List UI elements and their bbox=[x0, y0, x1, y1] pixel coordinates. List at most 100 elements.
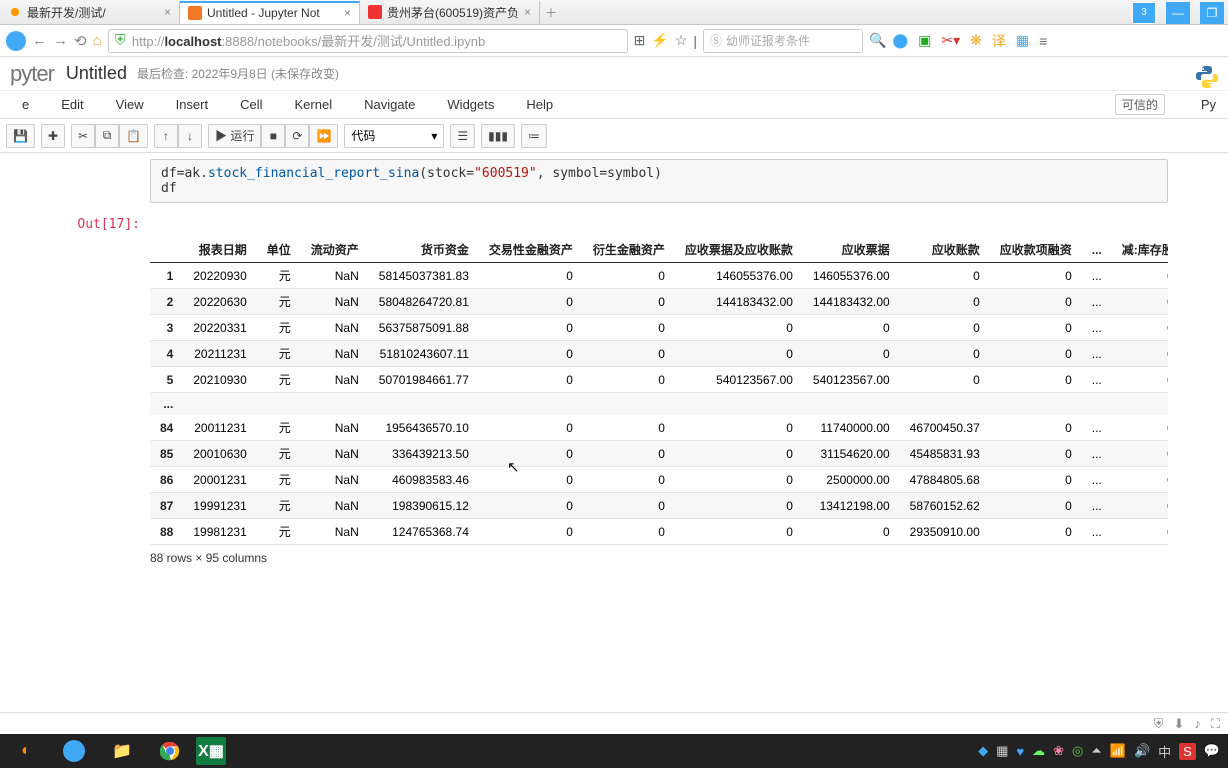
qr-icon[interactable]: ⊞ bbox=[634, 32, 646, 49]
code-editor[interactable]: df=ak.stock_financial_report_sina(stock=… bbox=[150, 159, 1168, 203]
move-down-button[interactable]: ↓ bbox=[178, 124, 202, 148]
out-prompt: Out[17]: bbox=[60, 217, 150, 545]
tray-icon[interactable]: ❀ bbox=[1053, 743, 1064, 759]
new-tab-button[interactable]: ＋ bbox=[540, 4, 562, 21]
translate-icon[interactable]: 译 bbox=[992, 31, 1006, 51]
window-badge[interactable]: 3 bbox=[1132, 2, 1156, 24]
url-input[interactable]: ⛨ http://localhost:8888/notebooks/最新开发/测… bbox=[108, 29, 628, 53]
flash-icon[interactable]: ⚡ bbox=[651, 32, 668, 49]
kernel-name[interactable]: Py bbox=[1185, 97, 1222, 112]
add-cell-button[interactable]: ✚ bbox=[41, 124, 65, 148]
tray-ime[interactable]: 中 bbox=[1158, 742, 1171, 761]
toc-button[interactable]: ≔ bbox=[521, 124, 547, 148]
taskbar-app-excel[interactable]: X▦ bbox=[196, 737, 226, 765]
menu-widgets[interactable]: Widgets bbox=[431, 97, 510, 112]
trusted-badge[interactable]: 可信的 bbox=[1115, 94, 1165, 115]
search-icon[interactable]: 🔍 bbox=[869, 32, 886, 49]
taskbar-app-explorer[interactable]: 📁 bbox=[100, 737, 144, 765]
start-button[interactable]: ◐ bbox=[4, 737, 48, 765]
taskbar: ◐ 📁 X▦ ◆ ▦ ♥ ☁ ❀ ◎ ⏶ 📶 🔊 中 S 💬 bbox=[0, 734, 1228, 768]
tray-sogou[interactable]: S bbox=[1179, 743, 1196, 760]
move-up-button[interactable]: ↑ bbox=[154, 124, 178, 148]
jupyter-favicon bbox=[188, 6, 202, 20]
ext-icon-3[interactable]: ❋ bbox=[970, 32, 982, 49]
ext-icon-1[interactable]: ⬤ bbox=[892, 32, 908, 49]
menu-navigate[interactable]: Navigate bbox=[348, 97, 431, 112]
tray-notif-icon[interactable]: 💬 bbox=[1204, 743, 1220, 759]
col-header: 交易性金融资产 bbox=[479, 237, 583, 263]
notebook-title[interactable]: Untitled bbox=[66, 63, 127, 84]
tray-icon[interactable]: ♥ bbox=[1016, 744, 1024, 759]
shield-status-icon[interactable]: ⛨ bbox=[1154, 716, 1164, 732]
window-minimize[interactable]: — bbox=[1166, 2, 1190, 24]
browser-status-bar: ⛨ ⬇ ♪ ⛶ bbox=[0, 712, 1228, 734]
command-palette-button[interactable]: ☰ bbox=[450, 124, 475, 148]
code-cell[interactable]: df=ak.stock_financial_report_sina(stock=… bbox=[60, 159, 1168, 203]
tray-wifi-icon[interactable]: 📶 bbox=[1110, 743, 1126, 759]
col-header bbox=[150, 237, 183, 263]
col-header: 单位 bbox=[257, 237, 301, 263]
download-icon[interactable]: ⬇ bbox=[1173, 716, 1184, 732]
checkpoint-status: 最后检查: 2022年9月8日 (未保存改变) bbox=[137, 65, 339, 82]
home-button[interactable]: ⌂ bbox=[93, 32, 102, 49]
ext-icon-4[interactable]: ▦ bbox=[1016, 32, 1029, 49]
browser-tab-2[interactable]: Untitled - Jupyter Not × bbox=[180, 1, 360, 24]
copy-button[interactable]: ⧉ bbox=[95, 124, 119, 148]
tray-icon[interactable]: ⏶ bbox=[1091, 743, 1101, 759]
table-row: 8420011231元NaN1956436570.1000011740000.0… bbox=[150, 415, 1168, 441]
tray-icon[interactable]: ☁ bbox=[1032, 743, 1045, 759]
back-button[interactable]: ← bbox=[32, 32, 47, 49]
window-restore[interactable]: ❐ bbox=[1200, 2, 1224, 24]
variable-button[interactable]: ▮▮▮ bbox=[481, 124, 515, 148]
search-placeholder: 幼师证报考条件 bbox=[726, 32, 810, 49]
tray-icon[interactable]: ◎ bbox=[1072, 743, 1083, 759]
menu-view[interactable]: View bbox=[100, 97, 160, 112]
col-header: 衍生金融资产 bbox=[583, 237, 675, 263]
reload-button[interactable]: ⟲ bbox=[74, 32, 87, 50]
table-row: 8520010630元NaN336439213.5000031154620.00… bbox=[150, 441, 1168, 467]
cell-type-select[interactable]: 代码▾ bbox=[344, 124, 444, 148]
tray-icon[interactable]: ◆ bbox=[978, 743, 988, 759]
table-row: 8719991231元NaN198390615.1200013412198.00… bbox=[150, 493, 1168, 519]
close-icon[interactable]: × bbox=[344, 6, 351, 20]
browser-tab-strip: 最新开发/测试/ × Untitled - Jupyter Not × 贵州茅台… bbox=[0, 0, 1228, 25]
tray-icon[interactable]: ▦ bbox=[996, 743, 1008, 759]
star-icon[interactable]: ☆ bbox=[675, 32, 688, 49]
menu-cell[interactable]: Cell bbox=[224, 97, 278, 112]
dataframe-output[interactable]: 报表日期单位流动资产货币资金交易性金融资产衍生金融资产应收票据及应收账款应收票据… bbox=[150, 237, 1168, 545]
run-button[interactable]: ▶ 运行 bbox=[208, 124, 261, 148]
sep: | bbox=[693, 33, 697, 49]
jupyter-logo: pyter bbox=[10, 61, 54, 87]
interrupt-button[interactable]: ■ bbox=[261, 124, 285, 148]
scissors-icon[interactable]: ✂▾ bbox=[941, 32, 960, 49]
col-header: 应收账款 bbox=[900, 237, 990, 263]
save-button[interactable]: 💾 bbox=[6, 124, 35, 148]
menu-file[interactable]: e bbox=[6, 97, 45, 112]
browser-tab-3[interactable]: 贵州茅台(600519)资产负 × bbox=[360, 1, 540, 24]
col-header: ... bbox=[1082, 237, 1112, 263]
sound-icon[interactable]: ♪ bbox=[1194, 716, 1201, 731]
python-logo bbox=[1194, 64, 1220, 93]
system-tray: ◆ ▦ ♥ ☁ ❀ ◎ ⏶ 📶 🔊 中 S 💬 bbox=[978, 742, 1226, 761]
tray-volume-icon[interactable]: 🔊 bbox=[1134, 743, 1150, 759]
col-header: 流动资产 bbox=[301, 237, 369, 263]
taskbar-app-browser[interactable] bbox=[52, 737, 96, 765]
run-all-button[interactable]: ⏩ bbox=[309, 124, 338, 148]
browser-logo[interactable] bbox=[6, 31, 26, 51]
ext-icon-2[interactable]: ▣ bbox=[918, 32, 931, 49]
menu-kernel[interactable]: Kernel bbox=[279, 97, 349, 112]
menu-edit[interactable]: Edit bbox=[45, 97, 99, 112]
forward-button[interactable]: → bbox=[53, 32, 68, 49]
menu-help[interactable]: Help bbox=[510, 97, 569, 112]
restart-button[interactable]: ⟳ bbox=[285, 124, 309, 148]
cut-button[interactable]: ✂ bbox=[71, 124, 95, 148]
close-icon[interactable]: × bbox=[524, 5, 531, 19]
browser-search[interactable]: Ⓢ 幼师证报考条件 bbox=[703, 29, 863, 53]
fullscreen-icon[interactable]: ⛶ bbox=[1211, 716, 1220, 732]
paste-button[interactable]: 📋 bbox=[119, 124, 148, 148]
menu-insert[interactable]: Insert bbox=[160, 97, 225, 112]
browser-tab-1[interactable]: 最新开发/测试/ × bbox=[0, 1, 180, 24]
close-icon[interactable]: × bbox=[164, 5, 171, 19]
taskbar-app-chrome[interactable] bbox=[148, 737, 192, 765]
menu-icon[interactable]: ≡ bbox=[1039, 33, 1047, 49]
